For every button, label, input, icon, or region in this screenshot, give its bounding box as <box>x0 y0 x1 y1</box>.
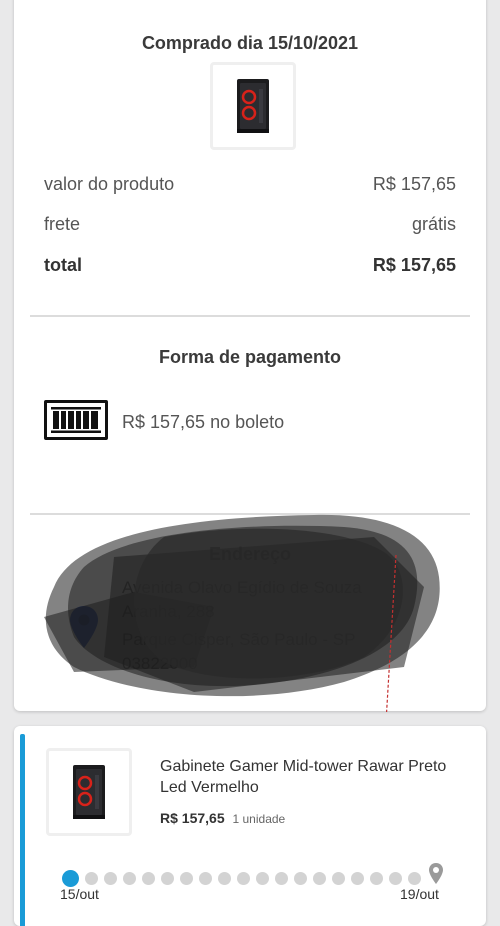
item-price-value: R$ 157,65 <box>160 810 225 826</box>
address-city: Parque Cisper, São Paulo - SP <box>122 630 356 649</box>
item-thumbnail[interactable] <box>46 748 132 836</box>
pc-case-image <box>73 765 105 819</box>
tracker-dot <box>370 872 383 885</box>
tracker-dot <box>199 872 212 885</box>
section-divider <box>30 315 470 317</box>
address-zip: 03822000 <box>122 654 198 673</box>
tracker-dot <box>123 872 136 885</box>
tracker-dot <box>313 872 326 885</box>
address-heading: Endereço <box>208 544 292 564</box>
tracker-dot <box>332 872 345 885</box>
order-item-card[interactable]: Gabinete Gamer Mid-tower Rawar Preto Led… <box>14 726 486 926</box>
shipping-label: frete <box>44 214 81 234</box>
tracker-dot <box>218 872 231 885</box>
pc-case-image <box>237 79 269 133</box>
tracker-dot <box>389 872 402 885</box>
status-accent-bar <box>20 734 25 926</box>
payment-heading: Forma de pagamento <box>158 347 342 367</box>
address-street: Avenida Olavo Egídio de Souza <box>122 578 362 597</box>
section-divider <box>30 513 470 515</box>
item-title[interactable]: Gabinete Gamer Mid-tower Rawar Preto Led… <box>160 756 460 798</box>
tracker-dot-current <box>62 870 79 887</box>
location-pin-icon <box>429 863 443 884</box>
tracker-dot <box>237 872 250 885</box>
product-thumbnail[interactable] <box>210 62 296 150</box>
tracker-dot <box>256 872 269 885</box>
tracker-dot <box>85 872 98 885</box>
address-number: Aranha, 288 <box>122 602 215 621</box>
tracker-dot <box>142 872 155 885</box>
tracker-dot <box>275 872 288 885</box>
delivery-tracker <box>54 863 454 887</box>
total-amount: R$ 157,65 <box>372 255 456 275</box>
tracker-dot <box>294 872 307 885</box>
total-label: total <box>44 255 82 275</box>
barcode-icon <box>44 400 108 440</box>
tracker-dot <box>408 872 421 885</box>
payment-method-text: R$ 157,65 no boleto <box>122 412 285 432</box>
tracker-start-date: 15/out <box>60 886 99 902</box>
shipping-amount: grátis <box>411 214 456 234</box>
product-value-amount: R$ 157,65 <box>372 174 456 194</box>
tracker-dot <box>351 872 364 885</box>
map-pin-icon <box>70 606 98 648</box>
purchase-summary-card: Comprado dia 15/10/2021 valor do produto… <box>14 0 486 712</box>
tracker-dot <box>161 872 174 885</box>
product-value-label: valor do produto <box>44 174 175 194</box>
item-price: R$ 157,65 1 unidade <box>160 810 285 826</box>
purchase-date-heading: Comprado dia 15/10/2021 <box>141 33 359 53</box>
tracker-end-date: 19/out <box>400 886 439 902</box>
item-quantity: 1 unidade <box>232 812 286 826</box>
tracker-dot <box>104 872 117 885</box>
tracker-dot <box>180 872 193 885</box>
